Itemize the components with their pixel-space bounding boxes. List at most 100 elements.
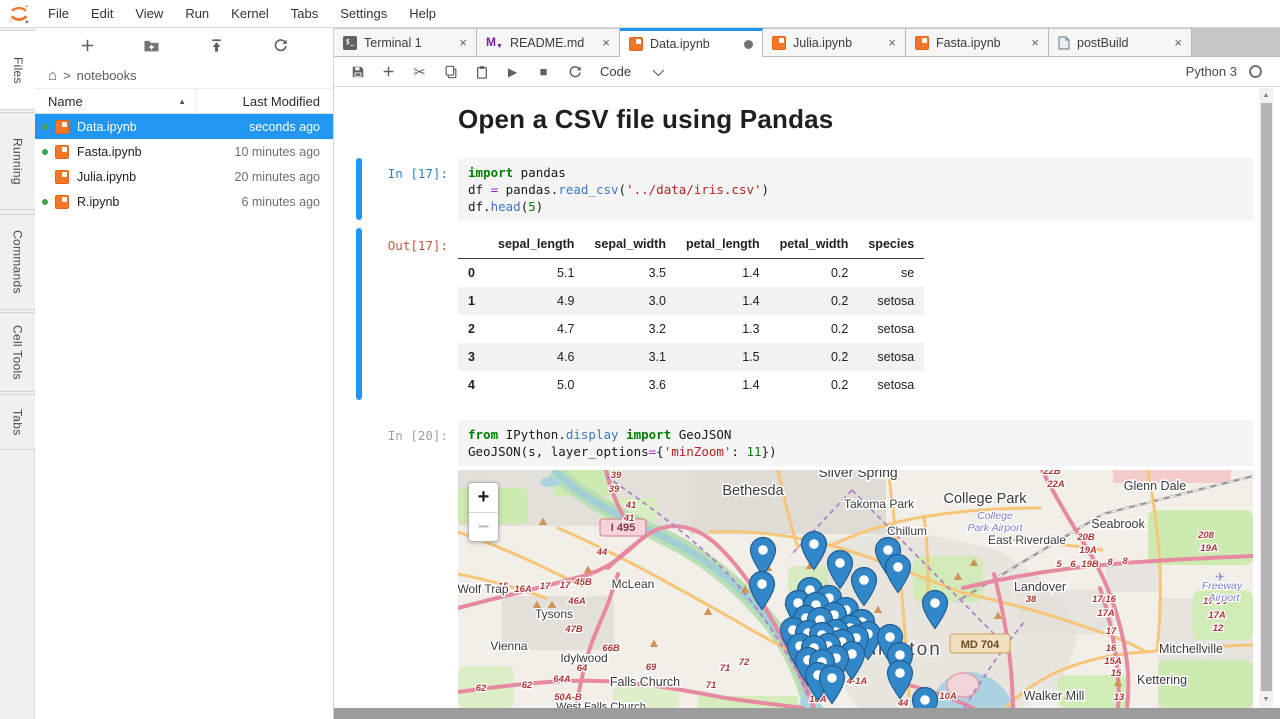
place-label: Mitchellville bbox=[1159, 642, 1223, 656]
map-marker[interactable] bbox=[913, 688, 938, 709]
file-last-modified: 6 minutes ago bbox=[119, 195, 333, 209]
selected-cell-output-bar[interactable] bbox=[356, 228, 362, 400]
add-cell-button[interactable] bbox=[373, 60, 404, 84]
tab-label: Fasta.ipynb bbox=[936, 36, 1024, 50]
kernel-name[interactable]: Python 3 bbox=[1186, 64, 1237, 79]
notebook-icon bbox=[915, 36, 929, 50]
menu-file[interactable]: File bbox=[37, 6, 80, 21]
menu-settings[interactable]: Settings bbox=[329, 6, 398, 21]
table-row: 34.63.11.50.2setosa bbox=[458, 343, 924, 371]
new-launcher-button[interactable] bbox=[72, 32, 102, 58]
route-number: 15 bbox=[1111, 668, 1122, 679]
tab-fasta-ipynb[interactable]: Fasta.ipynb × bbox=[906, 28, 1049, 56]
map-zoom-out-button[interactable]: − bbox=[469, 512, 498, 541]
route-number: 19A bbox=[1079, 545, 1097, 556]
menu-tabs[interactable]: Tabs bbox=[280, 6, 329, 21]
tab-close-icon[interactable]: × bbox=[888, 36, 896, 49]
file-row-fasta.ipynb[interactable]: Fasta.ipynb10 minutes ago bbox=[35, 139, 333, 164]
jupyter-logo-icon bbox=[7, 2, 31, 26]
copy-cells-button[interactable] bbox=[435, 60, 466, 84]
tab-julia-ipynb[interactable]: Julia.ipynb× bbox=[763, 28, 906, 56]
restart-kernel-button[interactable] bbox=[559, 60, 590, 84]
place-label: Takoma Park bbox=[844, 497, 915, 511]
route-number: 17 bbox=[540, 581, 551, 592]
paste-cells-button[interactable] bbox=[466, 60, 497, 84]
home-icon[interactable]: ⌂ bbox=[48, 68, 57, 83]
airport-label: College bbox=[977, 510, 1013, 522]
scroll-down-arrow[interactable]: ▼ bbox=[1259, 692, 1273, 706]
file-row-data.ipynb[interactable]: Data.ipynbseconds ago bbox=[35, 114, 333, 139]
tab-close-icon[interactable]: × bbox=[459, 36, 467, 49]
tab-postbuild[interactable]: postBuild× bbox=[1049, 28, 1192, 56]
input-prompt-17: In [17]: bbox=[342, 166, 448, 181]
run-cell-button[interactable]: ▶ bbox=[497, 60, 528, 84]
file-row-julia.ipynb[interactable]: Julia.ipynb20 minutes ago bbox=[35, 164, 333, 189]
place-label: East Riverdale bbox=[988, 533, 1066, 547]
route-number: 41 bbox=[625, 500, 637, 511]
menu-view[interactable]: View bbox=[124, 6, 174, 21]
tab-data-ipynb[interactable]: Data.ipynb bbox=[620, 28, 763, 57]
table-row: 24.73.21.30.2setosa bbox=[458, 315, 924, 343]
save-button[interactable] bbox=[342, 60, 373, 84]
breadcrumb-folder[interactable]: notebooks bbox=[77, 68, 137, 83]
route-number: 39 bbox=[609, 484, 620, 495]
code-cell-input-17[interactable]: import pandasdf = pandas.read_csv('../da… bbox=[458, 158, 1253, 221]
place-label: Seabrook bbox=[1091, 517, 1145, 531]
menu-help[interactable]: Help bbox=[398, 6, 447, 21]
route-number: 19B bbox=[1081, 559, 1099, 570]
table-column-header: species bbox=[858, 230, 924, 259]
route-number: 64A bbox=[553, 674, 571, 685]
kernel-status-icon[interactable] bbox=[1249, 65, 1262, 78]
interrupt-kernel-button[interactable]: ■ bbox=[528, 60, 559, 84]
notebook-toolbar: ✂ ▶ ■ Code Python 3 bbox=[334, 57, 1280, 87]
route-number: 38 bbox=[1026, 594, 1037, 605]
tab-close-icon[interactable]: × bbox=[602, 36, 610, 49]
menu-kernel[interactable]: Kernel bbox=[220, 6, 280, 21]
sidebar-tab-files[interactable]: Files bbox=[0, 30, 36, 110]
route-number: 17A bbox=[1208, 610, 1226, 621]
sidebar-tab-tabs[interactable]: Tabs bbox=[0, 394, 35, 450]
tab-readme-md[interactable]: M▼README.md× bbox=[477, 28, 620, 56]
upload-button[interactable] bbox=[201, 32, 231, 58]
scroll-up-arrow[interactable]: ▲ bbox=[1259, 88, 1273, 102]
code-line: import pandas bbox=[468, 164, 1243, 181]
route-number: 44 bbox=[897, 698, 909, 708]
sidebar-tab-commands[interactable]: Commands bbox=[0, 214, 35, 310]
geojson-map-output[interactable]: + − bbox=[458, 470, 1253, 708]
column-header-last-modified[interactable]: Last Modified bbox=[197, 94, 333, 109]
file-row-r.ipynb[interactable]: R.ipynb6 minutes ago bbox=[35, 189, 333, 214]
sidebar-tab-cell-tools[interactable]: Cell Tools bbox=[0, 312, 35, 392]
notebook-file-icon bbox=[55, 145, 69, 159]
route-number: 22A bbox=[1046, 479, 1065, 490]
route-number: 62 bbox=[476, 683, 487, 694]
notebook-scrollbar[interactable]: ▲ ▼ bbox=[1259, 88, 1273, 708]
map-canvas[interactable]: I 495MD 704 39394141441516A171745B46A47B… bbox=[458, 470, 1253, 708]
route-number: 62 bbox=[522, 680, 533, 691]
cell-type-dropdown[interactable]: Code bbox=[600, 64, 661, 79]
dataframe-output-table: sepal_lengthsepal_widthpetal_lengthpetal… bbox=[458, 230, 924, 399]
cut-cells-button[interactable]: ✂ bbox=[404, 60, 435, 84]
unsaved-changes-dot[interactable] bbox=[744, 40, 753, 49]
tab-terminal-1[interactable]: $_Terminal 1× bbox=[334, 28, 477, 56]
refresh-button[interactable] bbox=[266, 32, 296, 58]
route-number: 16A bbox=[514, 584, 532, 595]
code-cell-input-20[interactable]: from IPython.display import GeoJSONGeoJS… bbox=[458, 420, 1253, 466]
tab-close-icon[interactable]: × bbox=[1031, 36, 1039, 49]
column-header-name[interactable]: Name ▲ bbox=[35, 89, 197, 113]
map-zoom-in-button[interactable]: + bbox=[469, 483, 498, 512]
tab-close-icon[interactable]: × bbox=[1174, 36, 1182, 49]
menu-edit[interactable]: Edit bbox=[80, 6, 124, 21]
new-folder-button[interactable] bbox=[137, 32, 167, 58]
markdown-heading: Open a CSV file using Pandas bbox=[458, 104, 833, 135]
file-last-modified: seconds ago bbox=[137, 120, 333, 134]
menu-run[interactable]: Run bbox=[174, 6, 220, 21]
route-number: 45B bbox=[573, 577, 592, 588]
route-number: 6 bbox=[1070, 559, 1076, 570]
route-number: 20B bbox=[1076, 532, 1095, 543]
table-column-header: sepal_length bbox=[488, 230, 584, 259]
scrollbar-thumb[interactable] bbox=[1261, 103, 1272, 691]
sidebar-tab-running[interactable]: Running bbox=[0, 112, 35, 210]
route-shield-label: MD 704 bbox=[961, 639, 1000, 651]
place-label: College Park bbox=[943, 491, 1027, 507]
table-row: 05.13.51.40.2se bbox=[458, 259, 924, 288]
